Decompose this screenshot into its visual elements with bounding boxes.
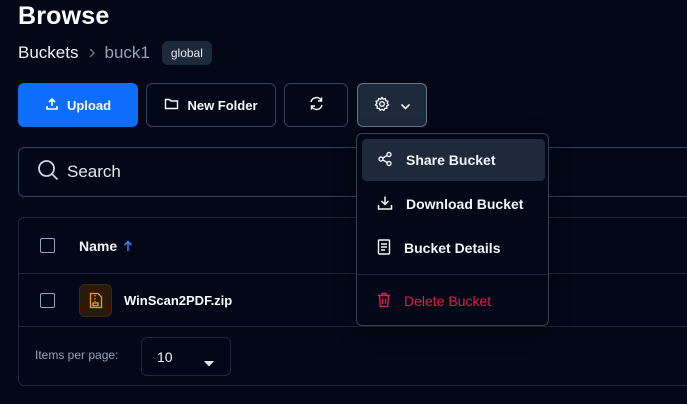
upload-button[interactable]: Upload — [18, 83, 138, 127]
file-name-cell[interactable]: WinScan2PDF.zip — [79, 283, 233, 317]
items-per-page-value: 10 — [157, 348, 173, 365]
menu-item-label: Delete Bucket — [404, 293, 492, 309]
menu-divider — [357, 274, 548, 275]
page-title: Browse — [18, 2, 110, 30]
menu-item-label: Bucket Details — [404, 240, 501, 256]
file-name: WinScan2PDF.zip — [124, 292, 233, 308]
search-placeholder: Search — [67, 162, 121, 181]
region-badge: global — [161, 41, 212, 65]
menu-item-label: Share Bucket — [406, 152, 496, 168]
bucket-actions-menu: Share Bucket Download Bucket Bucket Deta… — [356, 133, 549, 326]
items-per-page-select[interactable]: 10 — [141, 337, 231, 376]
upload-label: Upload — [66, 97, 112, 113]
bucket-settings-button[interactable] — [357, 83, 427, 127]
menu-item-download-bucket[interactable]: Download Bucket — [362, 183, 545, 225]
upload-icon — [45, 97, 59, 114]
search-icon — [37, 159, 59, 186]
file-table: Name WinScan2PDF.zip Items per page: 10 — [18, 217, 687, 386]
new-folder-button[interactable]: New Folder — [146, 83, 276, 127]
document-icon — [377, 238, 391, 258]
caret-down-icon — [204, 354, 214, 370]
sort-ascending-icon — [123, 239, 133, 252]
new-folder-label: New Folder — [187, 97, 258, 113]
menu-item-label: Download Bucket — [406, 196, 524, 212]
search-input[interactable]: Search — [18, 147, 687, 197]
browse-page: Browse Buckets buck1 global Upload New F… — [0, 0, 687, 404]
zip-file-icon — [79, 283, 112, 317]
menu-item-bucket-details[interactable]: Bucket Details — [362, 227, 545, 269]
menu-item-delete-bucket[interactable]: Delete Bucket — [362, 280, 545, 322]
download-icon — [377, 195, 393, 214]
chevron-right-icon — [88, 47, 96, 59]
refresh-icon — [308, 95, 325, 115]
table-header-row: Name — [19, 218, 687, 274]
menu-item-share-bucket[interactable]: Share Bucket — [362, 139, 545, 181]
breadcrumb-current: buck1 — [104, 43, 150, 62]
trash-icon — [377, 292, 391, 311]
folder-icon — [164, 97, 179, 113]
refresh-button[interactable] — [284, 83, 348, 127]
name-column-header[interactable]: Name — [79, 238, 133, 254]
breadcrumb-buckets[interactable]: Buckets — [18, 43, 78, 63]
row-checkbox[interactable] — [40, 292, 55, 308]
name-column-label: Name — [79, 237, 118, 254]
chevron-down-icon — [400, 98, 411, 113]
gear-icon — [374, 95, 390, 115]
breadcrumb: Buckets buck1 global — [18, 40, 212, 66]
select-all-checkbox[interactable] — [40, 238, 55, 253]
items-per-page-label: Items per page: — [35, 348, 119, 362]
share-icon — [377, 151, 393, 170]
table-row[interactable]: WinScan2PDF.zip — [19, 274, 687, 327]
